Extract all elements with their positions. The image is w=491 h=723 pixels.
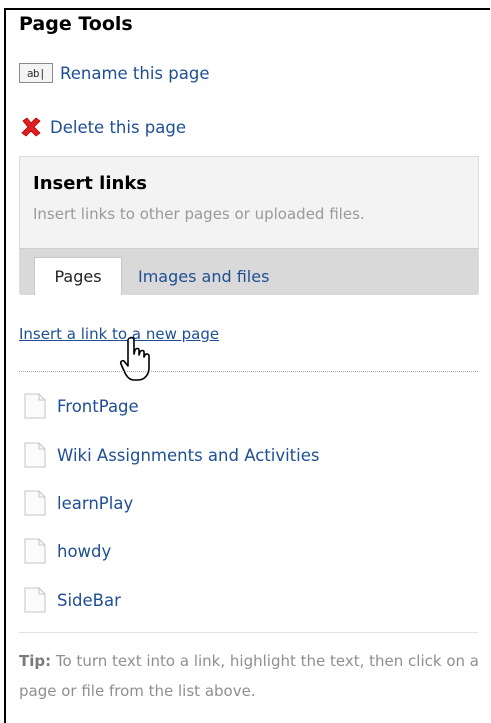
panel-title: Page Tools bbox=[19, 13, 133, 35]
page-name: howdy bbox=[57, 541, 112, 561]
delete-page-button[interactable]: Delete this page bbox=[19, 115, 186, 139]
tab-pages[interactable]: Pages bbox=[34, 257, 122, 295]
rename-page-button[interactable]: ab| Rename this page bbox=[19, 63, 209, 83]
tip-body: To turn text into a link, highlight the … bbox=[19, 652, 479, 700]
tip-label: Tip: bbox=[19, 652, 52, 670]
red-x-delete-icon bbox=[21, 117, 41, 137]
insert-links-title: Insert links bbox=[33, 173, 148, 194]
document-icon bbox=[24, 587, 46, 613]
document-icon bbox=[24, 442, 46, 468]
insert-links-panel: Insert links Insert links to other pages… bbox=[19, 156, 479, 295]
tip-text: Tip: To turn text into a link, highlight… bbox=[19, 646, 483, 706]
delete-page-label: Delete this page bbox=[50, 117, 187, 137]
page-name: FrontPage bbox=[57, 396, 139, 416]
insert-links-description: Insert links to other pages or uploaded … bbox=[33, 205, 365, 223]
document-icon bbox=[24, 538, 46, 564]
tip-separator bbox=[19, 632, 478, 633]
page-name: SideBar bbox=[57, 590, 121, 610]
page-list-item[interactable]: SideBar bbox=[24, 587, 121, 613]
rename-page-label: Rename this page bbox=[60, 63, 210, 83]
list-separator bbox=[19, 371, 478, 372]
hand-pointer-cursor-icon bbox=[119, 336, 150, 381]
rename-text-icon: ab| bbox=[19, 63, 53, 83]
tab-images-and-files[interactable]: Images and files bbox=[138, 257, 269, 295]
insert-links-tabbar: Pages Images and files bbox=[20, 248, 478, 295]
page-name: learnPlay bbox=[57, 493, 134, 513]
page-list-item[interactable]: Wiki Assignments and Activities bbox=[24, 442, 319, 468]
document-icon bbox=[24, 490, 46, 516]
page-list-item[interactable]: learnPlay bbox=[24, 490, 133, 516]
page-list-item[interactable]: howdy bbox=[24, 538, 111, 564]
page-name: Wiki Assignments and Activities bbox=[57, 445, 320, 465]
page-list-item[interactable]: FrontPage bbox=[24, 393, 139, 419]
document-icon bbox=[24, 393, 46, 419]
